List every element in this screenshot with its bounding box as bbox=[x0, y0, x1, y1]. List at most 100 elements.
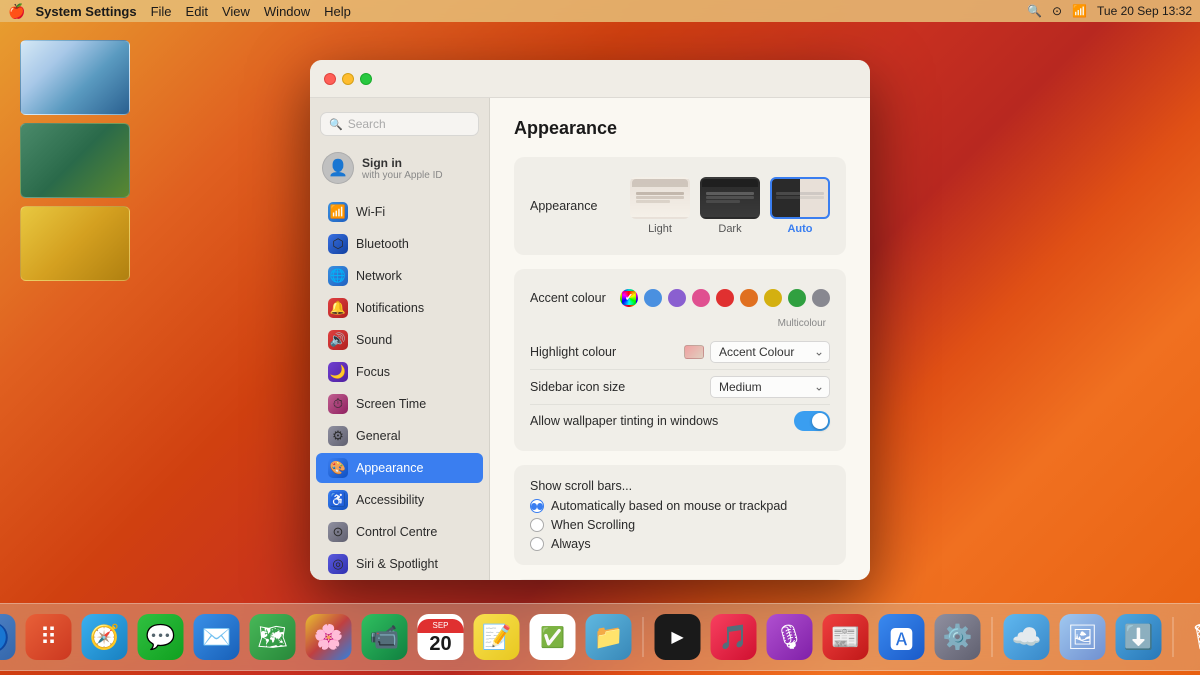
appearance-auto[interactable]: Auto bbox=[770, 177, 830, 235]
scroll-auto-option[interactable]: Automatically based on mouse or trackpad bbox=[530, 499, 830, 513]
finder-icon: 🔵 bbox=[0, 614, 16, 660]
dock-settings[interactable]: ⚙️ bbox=[932, 611, 984, 663]
desktop-thumb-1[interactable] bbox=[20, 40, 130, 115]
calendar-icon: SEP 20 bbox=[418, 614, 464, 660]
sidebar-label-accessibility: Accessibility bbox=[356, 493, 424, 507]
scroll-always-radio[interactable] bbox=[530, 537, 544, 551]
menubar-app-name[interactable]: System Settings bbox=[35, 4, 136, 19]
controlcenter-sidebar-icon: ⊙ bbox=[328, 522, 348, 542]
main-content: Appearance Appearance bbox=[490, 98, 870, 580]
sidebar-item-general[interactable]: ⚙ General bbox=[316, 421, 483, 451]
sidebar-label-siri: Siri & Spotlight bbox=[356, 557, 438, 571]
sidebar-item-focus[interactable]: 🌙 Focus bbox=[316, 357, 483, 387]
sidebar-item-notifications[interactable]: 🔔 Notifications bbox=[316, 293, 483, 323]
controlcenter-icon[interactable]: ⊙ bbox=[1052, 4, 1062, 18]
dock-launchpad[interactable]: ⠿ bbox=[23, 611, 75, 663]
window-titlebar bbox=[310, 60, 870, 98]
dock-calendar[interactable]: SEP 20 bbox=[415, 611, 467, 663]
dock-download[interactable]: ⬇️ bbox=[1113, 611, 1165, 663]
sidebar-icon-size-control[interactable]: Medium bbox=[710, 376, 830, 398]
accent-yellow[interactable] bbox=[764, 289, 782, 307]
dock-files[interactable]: 📁 bbox=[583, 611, 635, 663]
sidebar-item-network[interactable]: 🌐 Network bbox=[316, 261, 483, 291]
highlight-colour-select[interactable]: Accent Colour bbox=[710, 341, 830, 363]
wallpaper-tinting-label: Allow wallpaper tinting in windows bbox=[530, 414, 718, 428]
close-button[interactable] bbox=[324, 73, 336, 85]
scroll-always-option[interactable]: Always bbox=[530, 537, 830, 551]
dock-facetime[interactable]: 📹 bbox=[359, 611, 411, 663]
scroll-scrolling-radio[interactable] bbox=[530, 518, 544, 532]
dock-appstore[interactable]: 🅰 bbox=[876, 611, 928, 663]
accent-multicolour[interactable] bbox=[620, 289, 638, 307]
menubar-edit[interactable]: Edit bbox=[186, 4, 208, 19]
dock-mail[interactable]: ✉️ bbox=[191, 611, 243, 663]
light-label: Light bbox=[648, 223, 672, 235]
wifi-status-icon[interactable]: 📶 bbox=[1072, 4, 1087, 18]
dock-notes[interactable]: 📝 bbox=[471, 611, 523, 663]
desktop: 🍎 System Settings File Edit View Window … bbox=[0, 0, 1200, 675]
dock-cloud[interactable]: ☁️ bbox=[1001, 611, 1053, 663]
maximize-button[interactable] bbox=[360, 73, 372, 85]
dock-finder[interactable]: 🔵 bbox=[0, 611, 19, 663]
wallpaper-tinting-control[interactable] bbox=[794, 411, 830, 431]
search-icon: 🔍 bbox=[329, 118, 343, 131]
dock-news[interactable]: 📰 bbox=[820, 611, 872, 663]
sidebar-item-accessibility[interactable]: ♿ Accessibility bbox=[316, 485, 483, 515]
dock-appletv[interactable]: ▶ bbox=[652, 611, 704, 663]
datetime-display: Tue 20 Sep 13:32 bbox=[1097, 4, 1192, 18]
desktop-thumb-2[interactable] bbox=[20, 123, 130, 198]
settings-icon: ⚙️ bbox=[935, 614, 981, 660]
siri-icon: ◎ bbox=[328, 554, 348, 574]
menubar-help[interactable]: Help bbox=[324, 4, 351, 19]
dock-messages[interactable]: 💬 bbox=[135, 611, 187, 663]
sidebar-item-appearance[interactable]: 🎨 Appearance bbox=[316, 453, 483, 483]
sidebar-item-screentime[interactable]: ⏱ Screen Time bbox=[316, 389, 483, 419]
apple-menu[interactable]: 🍎 bbox=[8, 3, 25, 20]
preview-icon: 🖼 bbox=[1060, 614, 1106, 660]
sidebar-item-bluetooth[interactable]: ⬡ Bluetooth bbox=[316, 229, 483, 259]
sidebar-item-wifi[interactable]: 📶 Wi-Fi bbox=[316, 197, 483, 227]
dock-maps[interactable]: 🗺 bbox=[247, 611, 299, 663]
sidebar-item-siri[interactable]: ◎ Siri & Spotlight bbox=[316, 549, 483, 579]
scroll-auto-radio[interactable] bbox=[530, 499, 544, 513]
desktop-thumb-3[interactable] bbox=[20, 206, 130, 281]
auto-preview bbox=[770, 177, 830, 219]
dock-podcasts[interactable]: 🎙 bbox=[764, 611, 816, 663]
scroll-bars-section: Show scroll bars... Automatically based … bbox=[514, 465, 846, 565]
accent-purple[interactable] bbox=[668, 289, 686, 307]
sidebar-item-sound[interactable]: 🔊 Sound bbox=[316, 325, 483, 355]
highlight-dropdown-wrapper[interactable]: Accent Colour bbox=[710, 341, 830, 363]
files-icon: 📁 bbox=[586, 614, 632, 660]
sidebar-item-controlcenter[interactable]: ⊙ Control Centre bbox=[316, 517, 483, 547]
user-profile[interactable]: 👤 Sign in with your Apple ID bbox=[310, 146, 489, 190]
menubar-window[interactable]: Window bbox=[264, 4, 310, 19]
accent-green[interactable] bbox=[788, 289, 806, 307]
dock-music[interactable]: 🎵 bbox=[708, 611, 760, 663]
sidebar-icon-size-select[interactable]: Medium bbox=[710, 376, 830, 398]
dock-photos[interactable]: 🌸 bbox=[303, 611, 355, 663]
accent-graphite[interactable] bbox=[812, 289, 830, 307]
menubar-file[interactable]: File bbox=[151, 4, 172, 19]
menubar-view[interactable]: View bbox=[222, 4, 250, 19]
minimize-button[interactable] bbox=[342, 73, 354, 85]
dock-reminders[interactable]: ✅ bbox=[527, 611, 579, 663]
sidebar-icon-size-wrapper[interactable]: Medium bbox=[710, 376, 830, 398]
music-icon: 🎵 bbox=[711, 614, 757, 660]
appearance-light[interactable]: Light bbox=[630, 177, 690, 235]
accent-red[interactable] bbox=[716, 289, 734, 307]
dock-preview[interactable]: 🖼 bbox=[1057, 611, 1109, 663]
search-input[interactable] bbox=[348, 117, 470, 131]
mail-icon: ✉️ bbox=[194, 614, 240, 660]
dock-safari[interactable]: 🧭 bbox=[79, 611, 131, 663]
search-box[interactable]: 🔍 bbox=[320, 112, 479, 136]
wallpaper-tinting-toggle[interactable] bbox=[794, 411, 830, 431]
accent-colour-label: Accent colour bbox=[530, 291, 606, 305]
search-icon[interactable]: 🔍 bbox=[1027, 4, 1042, 18]
accent-blue[interactable] bbox=[644, 289, 662, 307]
dock-trash[interactable]: 🗑 bbox=[1182, 611, 1200, 663]
highlight-colour-control[interactable]: Accent Colour bbox=[684, 341, 830, 363]
accent-orange[interactable] bbox=[740, 289, 758, 307]
appearance-dark[interactable]: Dark bbox=[700, 177, 760, 235]
accent-pink[interactable] bbox=[692, 289, 710, 307]
scroll-scrolling-option[interactable]: When Scrolling bbox=[530, 518, 830, 532]
